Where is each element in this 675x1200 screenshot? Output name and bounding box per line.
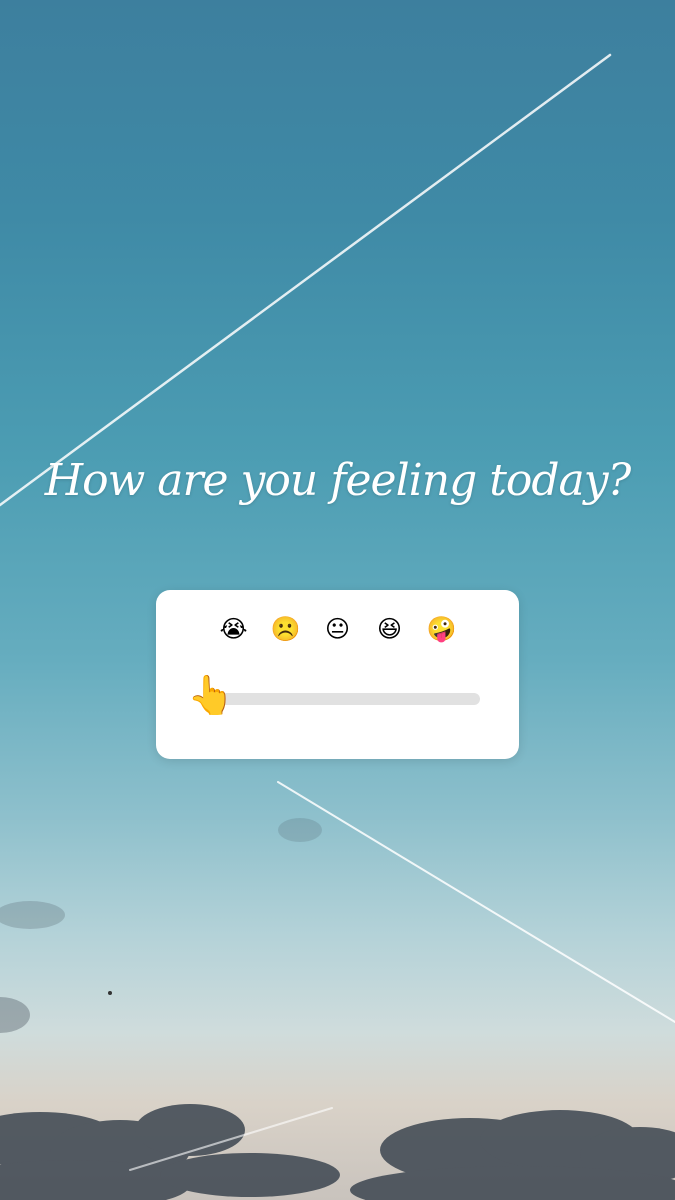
neutral-face-icon: 😐: [324, 615, 351, 643]
emoji-scale: 😭 ☹️ 😐 😆 🤪: [156, 615, 519, 643]
slider-track[interactable]: [208, 693, 480, 705]
story-question-text: How are you feeling today?: [44, 455, 632, 506]
bird: [108, 991, 112, 995]
pointing-up-hand-icon[interactable]: 👆: [187, 672, 234, 718]
clouds: [0, 818, 675, 1200]
zany-face-icon: 🤪: [426, 615, 457, 643]
loudly-crying-face-icon: 😭: [219, 615, 248, 643]
emoji-slider-poll[interactable]: 😭 ☹️ 😐 😆 🤪 👆: [156, 590, 519, 759]
grinning-squinting-face-icon: 😆: [376, 615, 403, 643]
frowning-face-icon: ☹️: [270, 615, 301, 643]
